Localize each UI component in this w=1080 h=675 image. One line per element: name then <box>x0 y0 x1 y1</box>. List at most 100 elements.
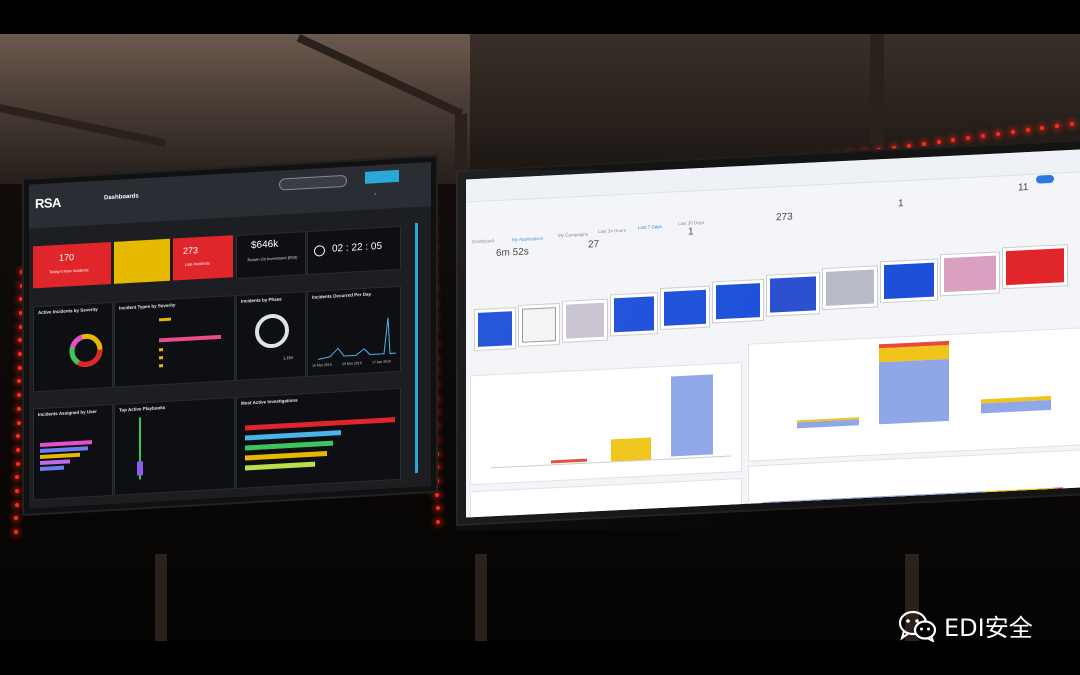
wechat-icon <box>898 610 937 642</box>
clock-icon <box>314 245 325 257</box>
stat-value: 1 <box>688 226 694 238</box>
panel-playbooks: Top Active Playbooks <box>114 397 235 496</box>
bar <box>40 446 88 453</box>
panel-title: Incidents by Phase <box>241 296 282 304</box>
tab-my-applications[interactable]: My Applications <box>512 236 543 243</box>
bar <box>159 348 163 352</box>
led-light <box>16 406 21 411</box>
toggle[interactable] <box>1036 174 1054 184</box>
stat: 27 <box>588 239 599 251</box>
stand-leg <box>155 554 167 641</box>
thumbnail[interactable] <box>880 258 938 304</box>
stat: 1 <box>688 226 694 237</box>
bar <box>159 364 163 368</box>
panel-by-phase: Incidents by Phase 1,154 <box>236 291 306 382</box>
panel-title: Incident Types by Severity <box>119 302 176 311</box>
pillar <box>870 34 884 144</box>
thumbnail[interactable] <box>712 278 764 324</box>
thumbnail[interactable] <box>940 251 1000 297</box>
kpi-roi: $646k Return On Investment (ROI) <box>236 231 306 280</box>
tab-dashboard[interactable]: Dashboard <box>472 238 494 244</box>
left-monitor: RSA Dashboards + 170 Today's New Inciden… <box>22 154 438 516</box>
letterbox-top <box>0 0 1080 34</box>
stat: 273 <box>776 212 793 224</box>
bar <box>611 437 651 462</box>
kpi-value: 02 : 22 : 05 <box>332 240 383 255</box>
stat-value: 27 <box>588 239 600 251</box>
action-button[interactable] <box>365 169 399 184</box>
panel-title: Most Active Investigations <box>241 397 298 406</box>
led-light <box>921 142 926 147</box>
kpi-label: Late Incidents <box>185 260 210 267</box>
panel-title: Incidents Assigned by User <box>38 408 97 418</box>
led-light <box>15 461 20 466</box>
led-light <box>14 502 19 507</box>
bar <box>245 461 315 471</box>
thumbnail[interactable] <box>822 265 878 311</box>
stat: 11 <box>1018 182 1028 194</box>
rsa-logo: RSA <box>35 194 61 212</box>
donut-chart <box>69 333 103 367</box>
bar <box>671 374 713 457</box>
tab-my-campaigns[interactable]: My Campaigns <box>558 232 588 238</box>
led-light <box>1070 122 1074 126</box>
search-input[interactable] <box>279 174 347 191</box>
stat-value: 273 <box>776 211 793 224</box>
dashboard-title: Dashboards <box>104 193 139 202</box>
bar <box>137 461 143 476</box>
bar <box>40 452 80 459</box>
led-light <box>15 447 20 452</box>
panel-types-by-severity: Incident Types by Severity <box>114 295 235 388</box>
thumbnail[interactable] <box>518 302 560 347</box>
kpi-warning <box>114 238 170 284</box>
scrollbar[interactable] <box>415 222 418 474</box>
led-light <box>14 530 18 534</box>
analytics-screen: Dashboard My Applications My Campaigns L… <box>466 148 1080 518</box>
kpi-timer: 02 : 22 : 05 <box>307 225 401 276</box>
bar <box>159 317 171 322</box>
stat-value: 11 <box>1018 182 1029 194</box>
bar <box>245 430 341 441</box>
tab-last-24h[interactable]: Last 24 Hours <box>598 228 626 234</box>
kpi-new-incidents: 170 Today's New Incidents <box>33 242 111 289</box>
led-light <box>436 520 440 524</box>
panel-investigations: Most Active Investigations <box>236 387 401 490</box>
tab-last-7d[interactable]: Last 7 Days <box>638 224 662 230</box>
chart-panel-right <box>748 326 1080 462</box>
phase-count: 1,154 <box>283 354 294 361</box>
kpi-value: 170 <box>59 252 75 263</box>
panel-title: Top Active Playbooks <box>119 404 166 413</box>
stand-leg <box>475 554 487 641</box>
right-monitor: Dashboard My Applications My Campaigns L… <box>456 138 1080 526</box>
led-light <box>1010 130 1015 135</box>
new-dashboard-link[interactable]: + <box>374 191 376 196</box>
bar-segment <box>879 358 949 425</box>
watermark-text: EDI安全 <box>944 614 1033 642</box>
thumbnail[interactable] <box>562 298 608 343</box>
stat: 6m 52s <box>496 246 529 259</box>
kpi-value: 273 <box>183 245 199 256</box>
bar <box>159 356 163 360</box>
bar <box>245 440 333 451</box>
bar <box>40 459 70 465</box>
series-line <box>317 317 396 360</box>
chart-panel-bottom-left <box>470 478 742 518</box>
stat: 1 <box>898 198 904 209</box>
panel-per-day: Incidents Occurred Per Day 16 Mar 2019 2… <box>307 285 401 378</box>
panel-active-by-severity: Active Incidents by Severity <box>33 301 113 393</box>
thumbnail[interactable] <box>660 285 710 331</box>
thumbnail[interactable] <box>610 292 658 337</box>
bar <box>245 417 395 431</box>
kpi-value: $646k <box>251 238 279 252</box>
ring-chart <box>255 313 289 349</box>
thumbnail[interactable] <box>766 272 820 317</box>
tab-last-30d[interactable]: Last 30 Days <box>678 220 704 226</box>
rsa-dashboard-screen: RSA Dashboards + 170 Today's New Inciden… <box>29 162 431 509</box>
kpi-late-incidents: 273 Late Incidents <box>173 235 233 281</box>
led-light <box>995 132 1000 137</box>
thumbnail[interactable] <box>474 307 516 352</box>
thumbnail[interactable] <box>1002 244 1068 290</box>
bar <box>159 334 221 343</box>
watermark: EDI安全 <box>898 608 1033 643</box>
chart-panel-left <box>470 362 742 486</box>
